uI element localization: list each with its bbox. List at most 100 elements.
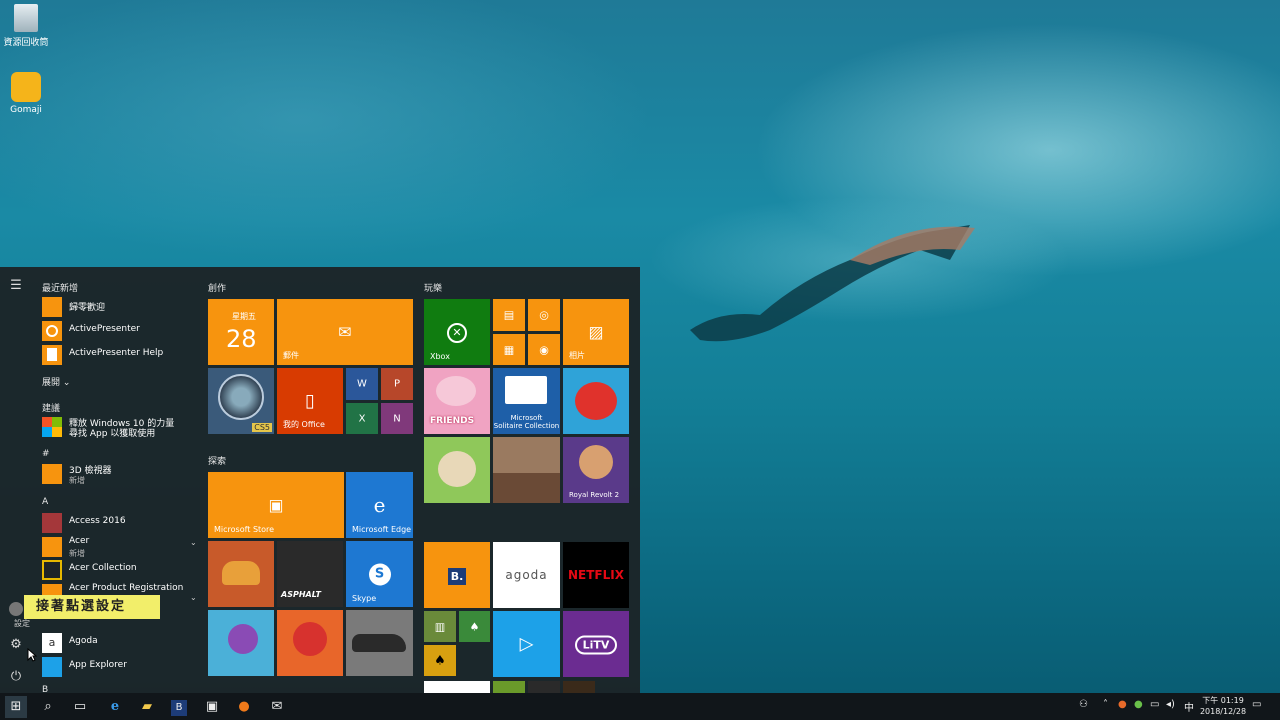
hamburger-menu-icon[interactable]: ☰: [6, 276, 26, 296]
power-icon[interactable]: ⏻: [6, 667, 26, 687]
list-item[interactable]: a Agoda: [42, 632, 192, 654]
agoda-icon: a: [42, 633, 62, 653]
agoda-tile[interactable]: agoda: [493, 542, 560, 608]
task-view-icon[interactable]: ▭: [69, 696, 91, 718]
hay-day-tile[interactable]: [424, 437, 490, 503]
game-tile-racing-car[interactable]: [346, 610, 413, 676]
volume-icon[interactable]: ◂): [1166, 699, 1175, 710]
netflix-tile[interactable]: NETFLIX: [563, 542, 629, 608]
chevron-up-icon[interactable]: ˄: [1103, 699, 1108, 710]
people-icon[interactable]: ⚇: [1079, 699, 1088, 710]
game-art-icon: [218, 374, 264, 420]
chevron-down-icon[interactable]: ⌄: [190, 593, 196, 602]
app-label: ActivePresenter Help: [69, 348, 164, 358]
asphalt-tile[interactable]: ASPHALT: [277, 541, 343, 607]
partial-tile[interactable]: [424, 681, 490, 693]
game-art-icon: [438, 451, 476, 487]
network-icon[interactable]: ▭: [1150, 699, 1159, 710]
mail-taskbar-icon[interactable]: ✉: [266, 696, 288, 718]
game-tile-cooking[interactable]: [208, 541, 274, 607]
candy-art-icon: [575, 382, 617, 420]
list-item[interactable]: Access 2016: [42, 512, 192, 534]
booking-taskbar-icon[interactable]: B: [168, 696, 190, 718]
farm-heroes-friends-tile[interactable]: FRIENDS: [424, 368, 490, 434]
word-tile[interactable]: W: [346, 368, 378, 400]
list-item[interactable]: Acer 新增 ⌄: [42, 536, 196, 558]
file-explorer-icon[interactable]: ▰: [136, 696, 158, 718]
card-game-tile[interactable]: ♠: [459, 611, 490, 642]
partial-tile[interactable]: [493, 681, 525, 693]
agoda-logo: agoda: [505, 568, 548, 582]
game-tile-bubble-witch[interactable]: [208, 610, 274, 676]
suggest-line2: 尋找 App 以獲取使用: [69, 429, 156, 439]
calculator-tile[interactable]: ▦: [493, 334, 525, 365]
xbox-tile[interactable]: ✕ Xbox: [424, 299, 490, 365]
expand-link[interactable]: 展開 ⌄: [42, 375, 70, 388]
litv-tile[interactable]: LiTV: [563, 611, 629, 677]
candy-crush-tile[interactable]: [563, 368, 629, 434]
word-icon: W: [357, 378, 367, 390]
edge-taskbar-icon[interactable]: e: [104, 696, 126, 718]
desktop-recycle-bin[interactable]: 資源回收筒: [0, 4, 52, 48]
firefox-icon[interactable]: ●: [233, 696, 255, 718]
search-icon[interactable]: ⌕: [37, 696, 59, 718]
movies-tile[interactable]: ▤: [493, 299, 525, 331]
tray-app-icon[interactable]: ●: [1134, 699, 1143, 710]
tile-label: 我的 Office: [283, 420, 325, 429]
excel-icon: X: [358, 413, 366, 424]
game-art-icon: [579, 445, 613, 479]
excel-tile[interactable]: X: [346, 403, 378, 434]
skype-tile[interactable]: S Skype: [346, 541, 413, 607]
partial-tile[interactable]: [528, 681, 560, 693]
spade-icon: ♠: [434, 653, 446, 668]
list-item[interactable]: 歸零歡迎: [42, 296, 192, 318]
mail-tile[interactable]: ✉ 郵件: [277, 299, 413, 365]
suggested-item[interactable]: 釋放 Windows 10 的力量 尋找 App 以獲取使用: [42, 416, 192, 439]
app-label: Access 2016: [69, 516, 126, 526]
list-item[interactable]: ActivePresenter Help: [42, 344, 192, 366]
litv-logo: LiTV: [574, 635, 618, 655]
tile-label: Xbox: [430, 352, 450, 361]
game-tile-dragon[interactable]: [277, 610, 343, 676]
photos-tile[interactable]: ▨ 相片: [563, 299, 629, 365]
onenote-tile[interactable]: N: [381, 403, 413, 434]
my-office-tile[interactable]: ▯ 我的 Office: [277, 368, 343, 434]
store-taskbar-icon[interactable]: ▣: [201, 696, 223, 718]
list-item[interactable]: Acer Collection: [42, 559, 192, 581]
booking-tile[interactable]: B.: [424, 542, 490, 608]
mahjong-tile[interactable]: ▥: [424, 611, 456, 642]
game-tile-cs5[interactable]: CS5: [208, 368, 274, 434]
microsoft-store-tile[interactable]: ▣ Microsoft Store: [208, 472, 344, 538]
march-of-empires-tile[interactable]: [493, 437, 560, 503]
camera-tile[interactable]: ◉: [528, 334, 560, 365]
play-icon: ▷: [519, 633, 534, 655]
app-label: Acer Product Registration: [69, 583, 184, 593]
user-avatar-icon[interactable]: [9, 602, 23, 616]
film-clapper-icon: ▤: [503, 308, 515, 322]
list-item[interactable]: ActivePresenter: [42, 320, 192, 342]
groove-tile[interactable]: ◎: [528, 299, 560, 331]
start-button[interactable]: ⊞: [5, 696, 27, 718]
list-item[interactable]: 3D 檢視器 新增: [42, 463, 192, 485]
group-title-create: 創作: [208, 284, 227, 294]
calendar-tile[interactable]: 星期五 28: [208, 299, 274, 365]
solitaire-tile[interactable]: Microsoft Solitaire Collection: [493, 368, 560, 434]
spades-tile[interactable]: ♠: [424, 645, 456, 676]
chevron-down-icon[interactable]: ⌄: [190, 538, 196, 547]
ime-indicator[interactable]: 中: [1184, 699, 1194, 714]
partial-tile[interactable]: [563, 681, 595, 693]
desktop-gomaji[interactable]: Gomaji: [0, 72, 52, 115]
onenote-icon: N: [393, 413, 401, 424]
webcam-icon: ◉: [539, 343, 549, 356]
tray-app-icon[interactable]: ●: [1118, 699, 1127, 710]
powerpoint-tile[interactable]: P: [381, 368, 413, 400]
settings-gear-icon[interactable]: ⚙: [6, 635, 26, 655]
video-tile[interactable]: ▷: [493, 611, 560, 677]
list-item[interactable]: App Explorer: [42, 656, 192, 678]
notification-center-icon[interactable]: ▭: [1252, 699, 1261, 710]
taskbar-clock[interactable]: 下午 01:19 2018/12/28: [1194, 695, 1252, 717]
mouse-cursor-icon: [27, 648, 37, 662]
app-label: App Explorer: [69, 660, 127, 670]
royal-revolt-tile[interactable]: Royal Revolt 2: [563, 437, 629, 503]
edge-tile[interactable]: e Microsoft Edge: [346, 472, 413, 538]
